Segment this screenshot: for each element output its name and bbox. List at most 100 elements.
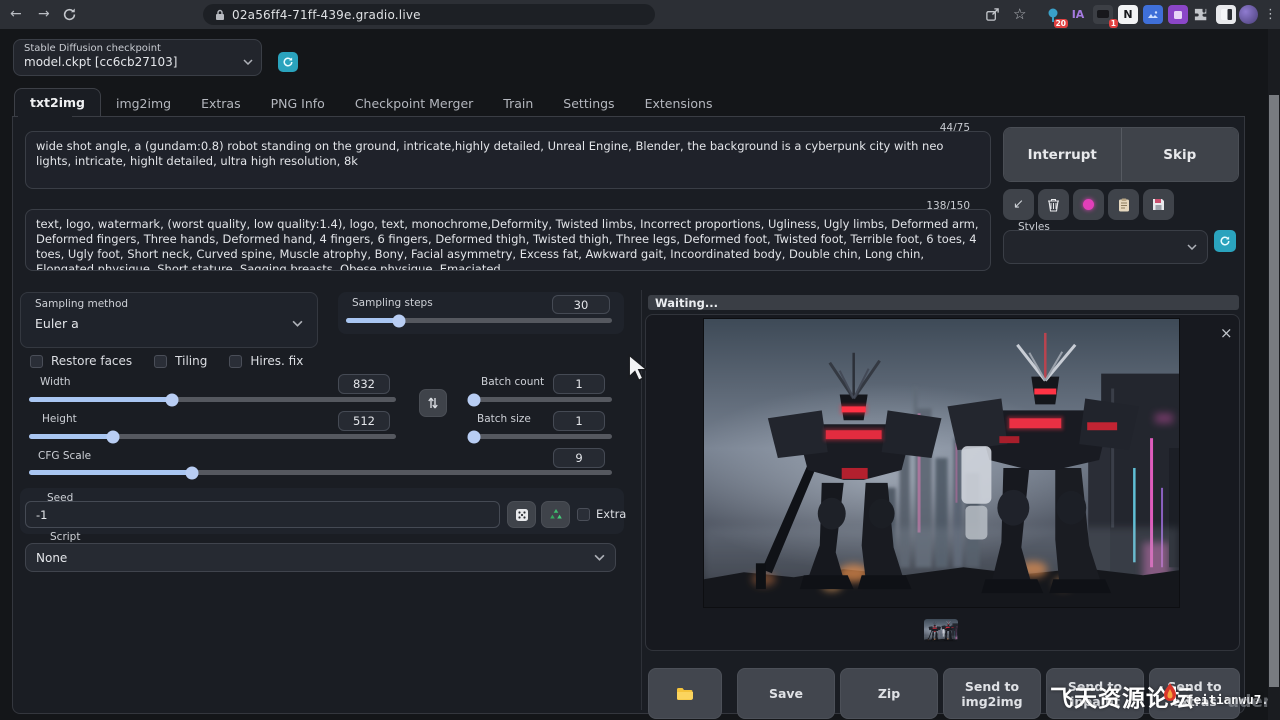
tab-png-info[interactable]: PNG Info (256, 90, 340, 117)
gallery-thumbnail[interactable] (924, 619, 958, 642)
script-dropdown[interactable]: None (25, 543, 616, 572)
height-slider[interactable] (29, 434, 396, 439)
checkbox-icon (229, 355, 242, 368)
checkpoint-dropdown[interactable]: model.ckpt [cc6cb27103] (24, 55, 253, 69)
tiling-label: Tiling (175, 354, 207, 368)
forward-icon[interactable]: → (38, 0, 50, 29)
ext-notion-icon[interactable]: N (1118, 5, 1138, 24)
main-tabs: txt2img img2img Extras PNG Info Checkpoi… (14, 89, 727, 117)
skip-button[interactable]: Skip (1121, 128, 1239, 181)
lock-icon (215, 9, 225, 21)
share-icon[interactable] (985, 7, 1000, 26)
ext-panel-icon[interactable] (1216, 5, 1236, 24)
tab-txt2img[interactable]: txt2img (14, 88, 101, 117)
reuse-seed-button[interactable] (541, 501, 570, 528)
height-input[interactable] (338, 411, 390, 431)
prompt-input[interactable]: wide shot angle, a (gundam:0.8) robot st… (25, 131, 991, 189)
ext-ia-icon[interactable]: IA (1068, 5, 1088, 24)
batch-count-slider[interactable] (468, 397, 612, 402)
save-button[interactable]: Save (737, 668, 835, 719)
zip-button[interactable]: Zip (840, 668, 938, 719)
styles-dropdown[interactable] (1003, 230, 1208, 264)
generation-controls: Interrupt Skip (1003, 127, 1239, 182)
recycle-icon (549, 508, 563, 521)
script-value: None (36, 551, 67, 565)
ext-image-icon[interactable] (1143, 5, 1163, 24)
tab-extensions[interactable]: Extensions (630, 90, 728, 117)
interrupt-button[interactable]: Interrupt (1004, 128, 1121, 181)
checkpoint-value: model.ckpt [cc6cb27103] (24, 55, 177, 69)
url-text: 02a56ff4-71ff-439e.gradio.live (232, 8, 421, 22)
ext-chat-badge: 1 (1109, 19, 1118, 28)
close-image-icon[interactable]: × (1220, 324, 1233, 342)
clear-prompt-button[interactable] (1038, 189, 1069, 220)
batch-size-slider[interactable] (468, 434, 612, 439)
checkbox-icon (154, 355, 167, 368)
batch-count-label: Batch count (481, 376, 544, 388)
ext-pin-badge: 20 (1054, 19, 1068, 28)
chevron-down-icon (1187, 244, 1197, 250)
browser-menu-icon[interactable]: ⋮ (1264, 0, 1277, 29)
batch-count-input[interactable] (553, 374, 605, 394)
mouse-cursor (626, 354, 650, 386)
negative-prompt-input[interactable]: text, logo, watermark, (worst quality, l… (25, 209, 991, 271)
trash-icon (1047, 198, 1060, 212)
send-to-img2img-button[interactable]: Send to img2img (943, 668, 1041, 719)
batch-size-label: Batch size (477, 413, 531, 425)
chevron-down-icon (243, 59, 253, 65)
ext-pin-icon[interactable]: 20 (1043, 5, 1063, 24)
extensions-puzzle-icon[interactable] (1193, 6, 1209, 26)
progress-bar: Waiting... (648, 295, 1239, 310)
tab-train[interactable]: Train (488, 90, 548, 117)
apply-styles-button[interactable] (1108, 189, 1139, 220)
screen: ← → 02a56ff4-71ff-439e.gradio.live ☆ 20 … (0, 0, 1280, 720)
tabs-divider (12, 116, 1245, 117)
bookmark-star-icon[interactable]: ☆ (1013, 0, 1026, 29)
save-style-button[interactable] (1143, 189, 1174, 220)
seed-input[interactable] (25, 501, 500, 528)
open-folder-button[interactable] (648, 668, 722, 719)
back-icon[interactable]: ← (10, 0, 22, 29)
toggles-row: Restore faces Tiling Hires. fix (30, 354, 303, 368)
generated-image[interactable] (703, 318, 1180, 608)
reload-icon[interactable] (62, 7, 77, 26)
ext-chat-icon[interactable]: 1 (1093, 5, 1113, 24)
sampling-method-dropdown[interactable]: Euler a (21, 310, 317, 331)
checkbox-icon (577, 508, 590, 521)
swap-dimensions-button[interactable] (419, 389, 447, 417)
tab-img2img[interactable]: img2img (101, 90, 186, 117)
sampling-method-value: Euler a (35, 316, 79, 331)
read-params-button[interactable]: ↙ (1003, 189, 1034, 220)
tiling-checkbox[interactable]: Tiling (154, 354, 207, 368)
refresh-icon (1219, 235, 1231, 247)
chevron-down-icon (292, 320, 303, 327)
extra-seed-checkbox[interactable]: Extra (577, 507, 626, 521)
cfg-scale-input[interactable] (553, 448, 605, 468)
width-slider[interactable] (29, 397, 396, 402)
ext-purple-icon[interactable] (1168, 5, 1188, 24)
address-bar[interactable]: 02a56ff4-71ff-439e.gradio.live (203, 4, 655, 25)
width-input[interactable] (338, 374, 390, 394)
hires-fix-checkbox[interactable]: Hires. fix (229, 354, 303, 368)
random-seed-button[interactable] (507, 501, 536, 528)
checkpoint-refresh-button[interactable] (278, 52, 298, 72)
tab-checkpoint-merger[interactable]: Checkpoint Merger (340, 90, 488, 117)
sampling-steps-slider[interactable] (346, 318, 612, 323)
sampling-steps-input[interactable] (552, 295, 610, 314)
restore-faces-label: Restore faces (51, 354, 132, 368)
refresh-icon (282, 56, 294, 68)
checkbox-icon (30, 355, 43, 368)
cfg-scale-slider[interactable] (29, 470, 612, 475)
styles-refresh-button[interactable] (1214, 230, 1236, 252)
thumbnail-image (924, 619, 958, 642)
batch-size-input[interactable] (553, 411, 605, 431)
tab-settings[interactable]: Settings (548, 90, 629, 117)
restore-faces-checkbox[interactable]: Restore faces (30, 354, 132, 368)
scrollbar-thumb[interactable] (1269, 95, 1279, 687)
sampling-steps-label: Sampling steps (352, 297, 433, 309)
extra-networks-button[interactable] (1073, 189, 1104, 220)
column-divider (641, 290, 642, 710)
folder-icon (676, 687, 694, 701)
tab-extras[interactable]: Extras (186, 90, 256, 117)
profile-avatar[interactable] (1239, 5, 1258, 24)
